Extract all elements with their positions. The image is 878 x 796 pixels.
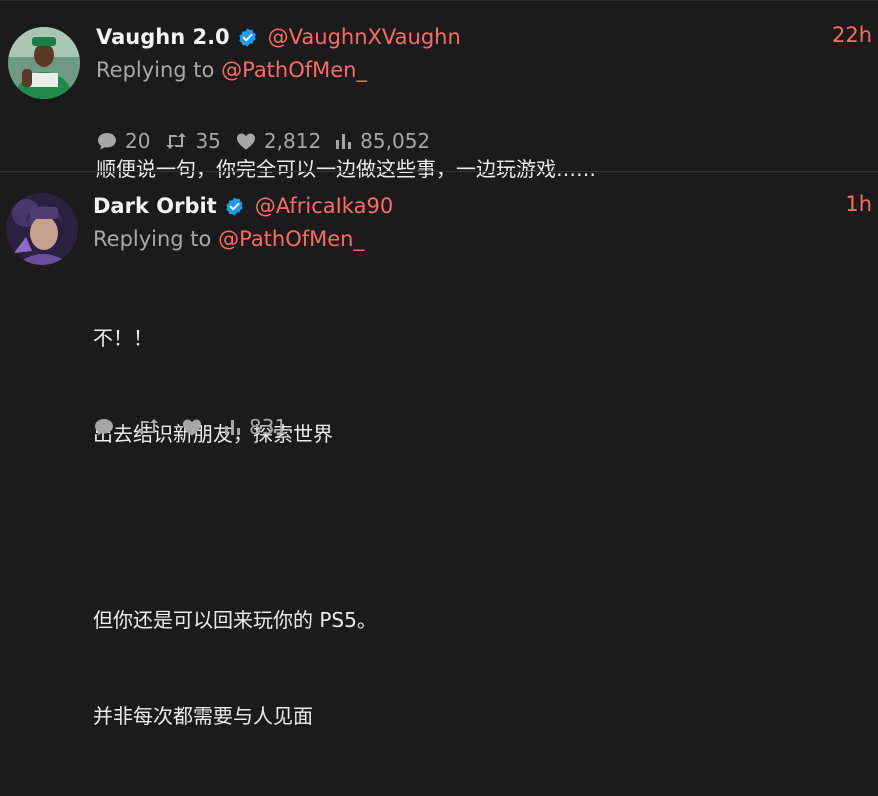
views-count: 831 (249, 415, 288, 439)
verified-badge-icon (237, 27, 258, 48)
tweet-text-line: 但你还是可以回来玩你的 PS5。 (93, 608, 377, 632)
reply-prefix: Replying to (93, 227, 212, 251)
tweet-text-line: 并非每次都需要与人见面 (93, 704, 313, 728)
like-icon (236, 133, 255, 150)
reply-count: 20 (125, 129, 151, 153)
display-name[interactable]: Vaughn 2.0 (96, 25, 230, 49)
reply-context: Replying to @PathOfMen_ (96, 53, 878, 87)
tweet[interactable]: Dark Orbit @AfricaIka90 Replying to @Pat… (0, 171, 878, 728)
retweet-button[interactable] (136, 417, 167, 437)
avatar[interactable] (8, 27, 80, 99)
reply-context: Replying to @PathOfMen_ (93, 222, 878, 256)
views-button[interactable]: 831 (224, 415, 287, 439)
tweet-header: Vaughn 2.0 @VaughnXVaughn (96, 21, 878, 53)
reply-button[interactable] (93, 417, 122, 437)
tweet-text-line: 不！！ (93, 326, 153, 350)
tweet-content: Dark Orbit @AfricaIka90 Replying to @Pat… (93, 190, 878, 796)
reply-button[interactable]: 20 (96, 129, 150, 153)
retweet-icon (166, 133, 187, 149)
retweet-count: 35 (195, 129, 221, 153)
views-icon (225, 420, 240, 435)
verified-badge-icon (224, 196, 245, 217)
reply-icon (95, 419, 113, 436)
timestamp[interactable]: 22h (832, 23, 872, 47)
like-button[interactable]: 2,812 (235, 129, 321, 153)
reply-to-handle[interactable]: @PathOfMen_ (221, 58, 367, 82)
like-button[interactable] (181, 417, 210, 437)
reply-prefix: Replying to (96, 58, 215, 82)
retweet-button[interactable]: 35 (164, 129, 221, 153)
views-icon (336, 134, 352, 149)
display-name[interactable]: Dark Orbit (93, 194, 217, 218)
avatar[interactable] (6, 193, 78, 265)
like-icon (183, 419, 201, 436)
reply-to-handle[interactable]: @PathOfMen_ (218, 227, 364, 251)
timestamp[interactable]: 1h (845, 192, 872, 216)
tweet-text: 不！！ 出去结识新朋友，探索世界 但你还是可以回来玩你的 PS5。 并非每次都需… (93, 258, 878, 796)
reply-icon (98, 133, 116, 150)
tweet-header: Dark Orbit @AfricaIka90 (93, 190, 878, 222)
user-handle[interactable]: @VaughnXVaughn (268, 25, 461, 49)
tweet[interactable]: Vaughn 2.0 @VaughnXVaughn Replying to @P… (0, 0, 878, 181)
tweet-actions: 831 (93, 415, 301, 439)
like-count: 2,812 (263, 129, 322, 153)
retweet-icon (138, 419, 158, 435)
views-button[interactable]: 85,052 (335, 129, 430, 153)
views-count: 85,052 (360, 129, 431, 153)
tweet-actions: 20 35 2,812 85,052 (96, 129, 444, 153)
user-handle[interactable]: @AfricaIka90 (255, 194, 393, 218)
